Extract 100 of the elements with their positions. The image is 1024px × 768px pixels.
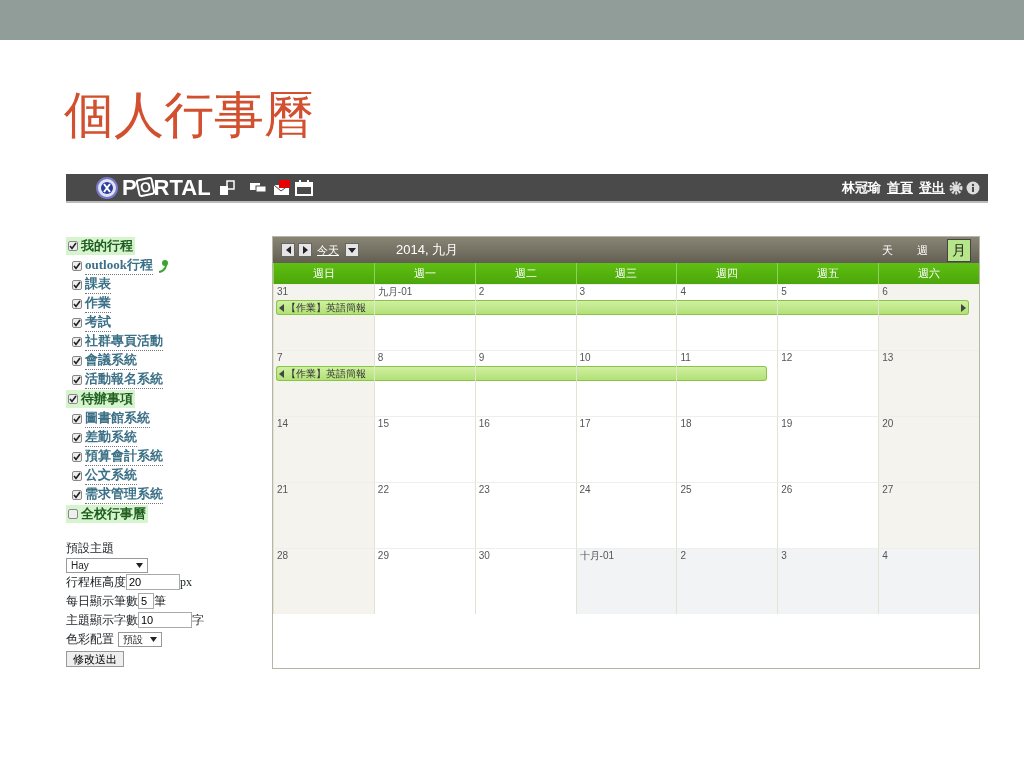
day-cell[interactable]: 15 [373,416,475,482]
checkbox[interactable] [72,470,82,481]
mail-icon[interactable] [272,179,291,196]
event-bar-segment[interactable]: 【作業】英語簡報 [276,366,374,381]
event-bar-segment[interactable]: 【作業】英語簡報 [276,300,374,315]
checkbox[interactable] [72,336,82,347]
input-field[interactable]: 10 [138,612,192,628]
checkbox[interactable] [72,298,82,309]
checkbox[interactable] [72,432,82,443]
day-number: 3 [578,285,587,299]
day-cell[interactable]: 3 [575,284,677,350]
day-number: 28 [276,549,290,563]
calendar-source-link[interactable]: 公文系統 [85,466,137,485]
day-cell[interactable]: 4 [878,548,979,614]
calendar-source-link[interactable]: 會議系統 [85,351,137,370]
portal-logo[interactable]: PORTAL [122,176,211,199]
view-tab[interactable]: 天 [877,240,898,260]
checkbox[interactable] [72,279,82,290]
day-cell[interactable]: 3 [777,548,879,614]
user-name[interactable]: 林冠瑜 [842,177,881,198]
day-cell[interactable]: 17 [575,416,677,482]
day-number: 30 [477,549,491,563]
calendar-source-link[interactable]: 考試 [85,313,111,332]
calendar-source-link[interactable]: 需求管理系統 [85,485,163,504]
day-cell[interactable]: 6 [878,284,979,350]
category-label[interactable]: 全校行事曆 [81,504,146,524]
day-cell[interactable]: 13 [878,350,979,416]
checkbox[interactable] [68,394,78,404]
day-number: 18 [679,417,693,431]
checkbox[interactable] [68,241,78,251]
day-cell[interactable]: 18 [676,416,778,482]
calendar-source-link[interactable]: 課表 [85,275,111,294]
day-cell[interactable]: 2 [676,548,778,614]
day-cell[interactable]: 十月-01 [575,548,677,614]
checkbox[interactable] [72,489,82,500]
calendar-source-link[interactable]: 預算會計系統 [85,447,163,466]
day-cell[interactable]: 20 [878,416,979,482]
day-cell[interactable]: 27 [878,482,979,548]
day-cell[interactable]: 22 [373,482,475,548]
calendar-icon[interactable] [294,179,313,196]
calendar-source-link[interactable]: 差勤系統 [85,428,137,447]
calendar-source-link[interactable]: 活動報名系統 [85,370,163,389]
day-cell[interactable]: 30 [474,548,576,614]
checkbox[interactable] [72,374,82,385]
weekday-heading: 週四 [676,263,778,284]
color-select[interactable]: 預設 [118,631,162,647]
day-number: 14 [276,417,290,431]
next-button[interactable] [298,243,312,257]
submit-button[interactable]: 修改送出 [66,650,124,667]
theme-select[interactable]: Hay [66,557,148,573]
day-cell[interactable]: 21 [273,482,374,548]
day-cell[interactable]: 31 【作業】英語簡報 [273,284,374,350]
day-cell[interactable]: 7 【作業】英語簡報 [273,350,374,416]
calendar-source-link[interactable]: outlook行程 [85,256,153,275]
category-label[interactable]: 我的行程 [81,236,133,256]
checkbox[interactable] [68,509,78,519]
calendar-source-link[interactable]: 圖書館系統 [85,409,150,428]
checkbox[interactable] [72,317,82,328]
chat-icon[interactable] [248,180,267,195]
category-label[interactable]: 待辦事項 [81,389,133,409]
day-number: 12 [780,351,794,365]
view-tab[interactable]: 月 [947,238,971,262]
day-cell[interactable]: 28 [273,548,374,614]
day-number: 十月-01 [578,549,615,563]
input-field[interactable]: 20 [126,574,180,590]
documents-icon[interactable] [218,179,235,196]
day-cell[interactable]: 2 [474,284,576,350]
today-button[interactable]: 今天 [317,241,339,259]
settings-label: 每日顯示筆數 [66,592,138,610]
day-cell[interactable]: 23 [474,482,576,548]
day-cell[interactable]: 16 [474,416,576,482]
day-cell[interactable]: 9 [474,350,576,416]
emblem-icon[interactable] [96,176,118,199]
input-field[interactable]: 5 [138,593,154,609]
day-number: 26 [780,483,794,497]
weekday-heading: 週五 [777,263,879,284]
checkbox[interactable] [72,260,82,271]
day-cell[interactable]: 29 [373,548,475,614]
day-cell[interactable]: 4 [676,284,778,350]
day-number: 29 [376,549,390,563]
checkbox[interactable] [72,355,82,366]
day-cell[interactable]: 8 [373,350,475,416]
day-cell[interactable]: 11 [676,350,778,416]
checkbox[interactable] [72,451,82,462]
previous-button[interactable] [281,243,295,257]
day-cell[interactable]: 14 [273,416,374,482]
info-icon[interactable] [966,180,980,195]
day-cell[interactable]: 5 [777,284,879,350]
view-tab[interactable]: 週 [912,240,933,260]
settings-icon[interactable] [949,180,963,195]
calendar-source-link[interactable]: 作業 [85,294,111,313]
checkbox[interactable] [72,413,82,424]
sync-icon[interactable] [156,258,169,273]
day-cell[interactable]: 九月-01 [373,284,475,350]
dropdown-button[interactable] [345,243,359,257]
nav-link[interactable]: 登出 [919,177,945,198]
nav-link[interactable]: 首頁 [887,177,913,198]
calendar-source-link[interactable]: 社群專頁活動 [85,332,163,351]
day-cell[interactable]: 10 [575,350,677,416]
day-number: 19 [780,417,794,431]
